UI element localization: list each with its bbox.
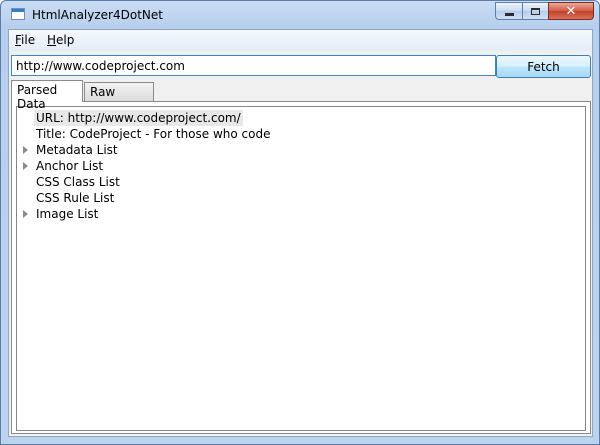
app-icon (11, 8, 25, 20)
menu-help[interactable]: Help (47, 33, 74, 47)
app-window: HtmlAnalyzer4DotNet ✕ File Help Fetch Pa… (0, 0, 600, 445)
parsed-data-panel: URL: http://www.codeproject.com/ Title: … (11, 101, 591, 434)
close-button[interactable]: ✕ (548, 2, 594, 20)
window-title: HtmlAnalyzer4DotNet (32, 8, 163, 22)
tree-node-label: URL: http://www.codeproject.com/ (34, 110, 243, 126)
tab-raw-html[interactable]: Raw HTML (84, 82, 154, 113)
menu-help-accel: H (47, 33, 57, 47)
close-icon: ✕ (565, 3, 577, 19)
tree-node-label: Metadata List (36, 143, 118, 157)
minimize-button[interactable] (495, 2, 522, 20)
tree-node-label: Title: CodeProject - For those who code (36, 127, 271, 141)
fetch-button[interactable]: Fetch (496, 55, 591, 78)
tab-parsed-data[interactable]: Parsed Data (11, 80, 83, 111)
tree-node-label: CSS Rule List (36, 191, 115, 205)
tree-node-label: CSS Class List (36, 175, 120, 189)
url-input[interactable] (11, 55, 496, 76)
menu-help-rest: elp (56, 33, 75, 47)
menu-file-rest: ile (21, 33, 36, 47)
menu-file[interactable]: File (15, 33, 35, 47)
parsed-data-tree[interactable]: URL: http://www.codeproject.com/ Title: … (16, 106, 586, 431)
maximize-button[interactable] (522, 2, 548, 20)
minimize-icon (504, 12, 514, 16)
expand-arrow-icon[interactable] (23, 210, 28, 218)
caption-buttons: ✕ (495, 2, 594, 20)
title-bar[interactable]: HtmlAnalyzer4DotNet ✕ (1, 1, 599, 29)
tree-node-label: Anchor List (36, 159, 104, 173)
tree-node-label: Image List (36, 207, 99, 221)
expand-arrow-icon[interactable] (23, 146, 28, 154)
maximize-icon (531, 7, 540, 15)
expand-arrow-icon[interactable] (23, 162, 28, 170)
menu-bar: File Help (9, 30, 592, 51)
client-area: File Help Fetch Parsed Data Raw HTML URL… (8, 29, 593, 437)
